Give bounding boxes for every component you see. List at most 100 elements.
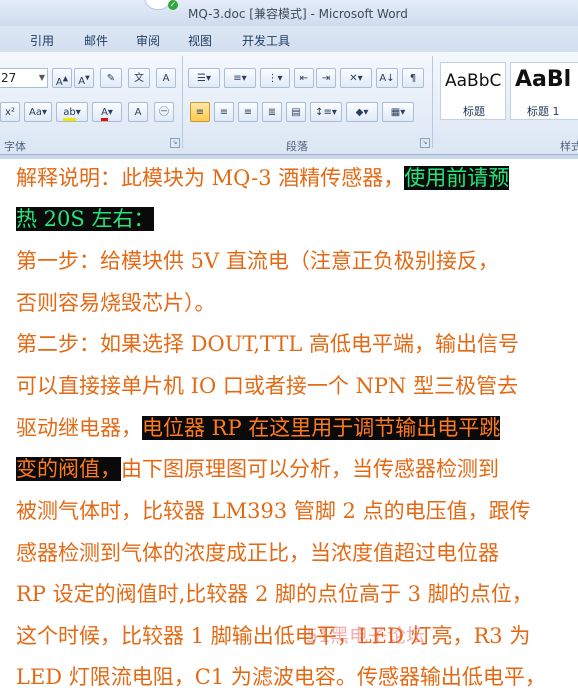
char-shading-button[interactable]: A (128, 102, 148, 122)
decrease-indent-icon: ⇤ (299, 73, 309, 84)
superscript-icon: x² (5, 107, 15, 118)
change-case-icon: Aa▾ (29, 107, 47, 118)
numbering-button[interactable]: ≡▾ (224, 68, 256, 88)
tab-developer[interactable]: 开发工具 (242, 32, 290, 49)
text-run: 解释说明：此模块为 MQ-3 酒精传感器， (16, 166, 405, 190)
group-divider (432, 56, 433, 148)
align-center-icon: ≡ (219, 107, 229, 118)
title-bar: ✓ MQ-3.doc [兼容模式] - Microsoft Word (0, 0, 578, 26)
chevron-down-icon: ▼ (38, 73, 45, 82)
line-spacing-icon: ↕≡▾ (315, 107, 337, 118)
style-heading[interactable]: AaBbC 标题 (440, 62, 506, 120)
tab-references[interactable]: 引用 (30, 32, 54, 49)
highlight-color-button[interactable]: ab▾ (56, 102, 88, 122)
paragraph-group-label: 段落 (286, 140, 308, 153)
sort-button[interactable]: A↓ (376, 68, 398, 88)
multilevel-list-icon: ⋮▾ (267, 73, 283, 84)
phonetic-guide-button[interactable]: 文 (128, 68, 150, 88)
clear-format-icon: ✎ (106, 73, 116, 84)
save-status-check-icon: ✓ (168, 0, 178, 10)
styles-group-label: 样式 (560, 140, 578, 153)
document-line: 否则容易烧毁芯片）。 (16, 289, 216, 317)
borders-button[interactable]: ▦▾ (382, 102, 414, 122)
increase-indent-icon: ⇥ (321, 73, 331, 84)
char-border-button[interactable]: A (156, 68, 176, 88)
increase-indent-button[interactable]: ⇥ (316, 68, 336, 88)
font-color-icon: A (101, 107, 108, 121)
font-group-label: 字体 (4, 140, 26, 153)
change-case-button[interactable]: Aa▾ (24, 102, 52, 122)
font-color-button[interactable]: A▾ (92, 102, 122, 122)
document-line: 感器检测到气体的浓度成正比，当浓度值超过电位器 (16, 539, 499, 567)
bullets-button[interactable]: ☰▾ (188, 68, 220, 88)
shrink-font-icon: A▼ (78, 75, 90, 88)
tab-mailings[interactable]: 邮件 (84, 32, 108, 49)
chinese-layout-button[interactable]: ✕▾ (340, 68, 372, 88)
numbered-list-icon: ≡▾ (233, 73, 247, 84)
shading-button[interactable]: ◆▾ (346, 102, 378, 122)
document-line: 第一步：给模块供 5V 直流电（注意正负极别接反， (16, 247, 499, 275)
text-run: 这个时候，比较器 1 脚输出低电平，LED 灯亮，R3 为 (16, 624, 531, 648)
text-run: 可以直接接单片机 IO 口或者接一个 NPN 型三极管去 (16, 374, 519, 398)
tab-view[interactable]: 视图 (188, 32, 212, 49)
clear-format-button[interactable]: ✎ (100, 68, 122, 88)
align-left-icon: ≡ (195, 107, 205, 118)
window-title: MQ-3.doc [兼容模式] - Microsoft Word (188, 7, 408, 21)
superscript-button[interactable]: x² (0, 102, 20, 122)
font-size-select[interactable]: 27 ▼ (0, 68, 48, 88)
char-shading-icon: A (134, 107, 142, 118)
distributed-icon: ▤ (291, 107, 301, 118)
decrease-indent-button[interactable]: ⇤ (294, 68, 314, 88)
document-line: RP 设定的阀值时,比较器 2 脚的点位高于 3 脚的点位， (16, 580, 533, 608)
document-page[interactable]: 解释说明：此模块为 MQ-3 酒精传感器，使用前请预热 20S 左右： 第一步：给… (0, 159, 578, 698)
grow-font-icon: A▲ (55, 75, 69, 89)
text-run: 第一步：给模块供 5V 直流电（注意正负极别接反， (16, 249, 499, 273)
tab-review[interactable]: 审阅 (136, 32, 160, 49)
align-right-button[interactable]: ≡ (238, 102, 258, 122)
line-spacing-button[interactable]: ↕≡▾ (310, 102, 342, 122)
watermark: 51黑电子论坛 (306, 625, 426, 647)
multilevel-list-button[interactable]: ⋮▾ (260, 68, 290, 88)
document-line: 热 20S 左右： (16, 205, 155, 233)
document-line: 这个时候，比较器 1 脚输出低电平，LED 灯亮，R3 为 (16, 622, 530, 650)
bullet-list-icon: ☰▾ (197, 73, 211, 84)
align-right-icon: ≡ (243, 107, 253, 118)
text-run: RP 设定的阀值时,比较器 2 脚的点位高于 3 脚的点位， (16, 582, 533, 606)
align-left-button[interactable]: ≡ (190, 102, 210, 122)
grow-font-button[interactable]: A▲ (52, 68, 72, 88)
show-marks-button[interactable]: ¶ (402, 68, 424, 88)
phonetic-guide-icon: 文 (134, 73, 144, 84)
borders-icon: ▦▾ (390, 107, 406, 118)
text-run: 感器检测到气体的浓度成正比，当浓度值超过电位器 (16, 541, 499, 565)
group-divider (182, 56, 183, 148)
sort-icon: A↓ (379, 73, 395, 84)
font-dialog-launcher-icon[interactable]: ↘ (170, 138, 180, 148)
document-line: 解释说明：此模块为 MQ-3 酒精传感器，使用前请预 (16, 164, 510, 192)
ribbon-tabs: 引用 邮件 审阅 视图 开发工具 (0, 26, 578, 52)
document-line: 驱动继电器，电位器 RP 在这里用于调节输出电平跳 (16, 414, 501, 442)
text-run: 否则容易烧毁芯片）。 (16, 291, 216, 315)
paragraph-mark-icon: ¶ (409, 73, 417, 84)
justify-button[interactable]: ≣ (262, 102, 282, 122)
justify-icon: ≣ (267, 107, 277, 118)
highlighted-text: 使用前请预 (404, 166, 510, 190)
text-run: 被测气体时，比较器 LM393 管脚 2 点的电压值，跟传 (16, 499, 531, 523)
paint-bucket-icon: ◆▾ (355, 107, 369, 118)
style-heading-1[interactable]: AaBl 标题 1 (510, 62, 578, 120)
style-label: 标题 (463, 105, 485, 118)
shrink-font-button[interactable]: A▼ (74, 68, 94, 88)
text-run: 第二步：如果选择 DOUT,TTL 高低电平端，输出信号 (16, 332, 520, 356)
text-run: 驱动继电器， (16, 416, 142, 440)
enclose-char-icon: ㊀ (159, 107, 169, 118)
align-center-button[interactable]: ≡ (214, 102, 234, 122)
style-label: 标题 1 (527, 105, 560, 118)
enclose-char-button[interactable]: ㊀ (154, 102, 174, 122)
distributed-button[interactable]: ▤ (286, 102, 306, 122)
text-run: LED 灯限流电阻，C1 为滤波电容。传感器输出低电平， (16, 665, 546, 689)
highlighted-text: 电位器 RP 在这里用于调节输出电平跳 (142, 416, 501, 440)
chinese-layout-icon: ✕▾ (349, 73, 363, 84)
paragraph-dialog-launcher-icon[interactable]: ↘ (420, 138, 430, 148)
document-line: 被测气体时，比较器 LM393 管脚 2 点的电压值，跟传 (16, 497, 531, 525)
highlighter-icon: ab (63, 107, 76, 121)
document-line: 第二步：如果选择 DOUT,TTL 高低电平端，输出信号 (16, 330, 519, 358)
